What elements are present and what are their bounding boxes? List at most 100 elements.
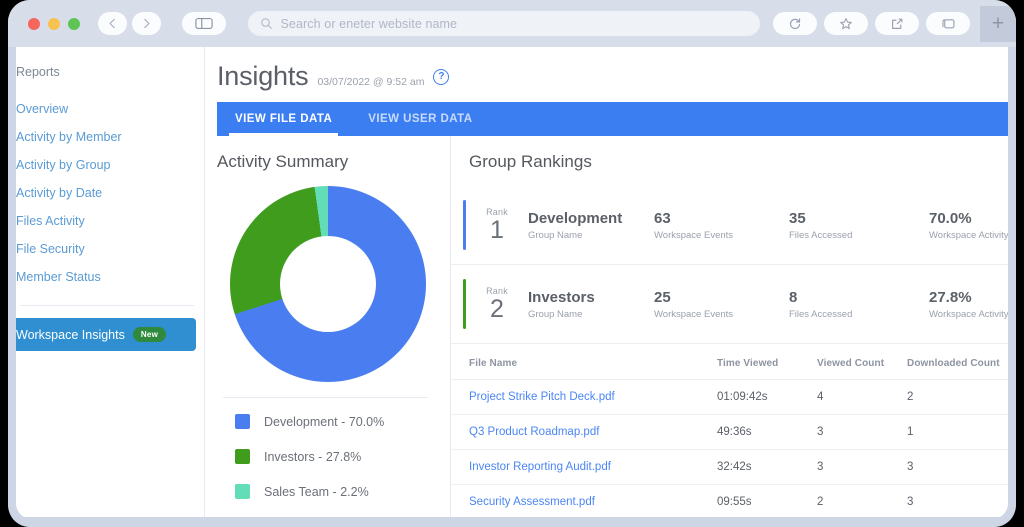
- activity-donut-chart: [230, 186, 426, 382]
- downloaded-count-value: 3: [907, 461, 1008, 473]
- workspace-activity-value: 70.0%: [929, 209, 1008, 229]
- bookmark-button[interactable]: [824, 12, 868, 35]
- reload-icon: [788, 17, 802, 31]
- window-bottom-edge: [8, 517, 1016, 527]
- sidebar-item-overview[interactable]: Overview: [16, 95, 204, 123]
- downloaded-count-value: 3: [907, 496, 1008, 508]
- donut-chart-container: [217, 186, 450, 382]
- files-accessed-value: 8: [789, 288, 929, 308]
- legend-item: Sales Team - 2.2%: [235, 484, 450, 499]
- search-input[interactable]: Search or eneter website name: [248, 11, 760, 36]
- tab-view-file-data[interactable]: VIEW FILE DATA: [217, 102, 350, 136]
- workspace-activity-cell: 70.0% Workspace Activity: [929, 209, 1008, 240]
- column-header-viewed-count: Viewed Count: [817, 358, 907, 369]
- sidebar-item-member-status[interactable]: Member Status: [16, 263, 204, 291]
- page-header: Insights 03/07/2022 @ 9:52 am ?: [205, 47, 1008, 92]
- time-viewed-value: 09:55s: [717, 496, 817, 508]
- address-bar-container: Search or eneter website name: [240, 11, 767, 36]
- sidebar-icon: [195, 17, 213, 30]
- group-name-cell: Development Group Name: [528, 209, 654, 240]
- files-accessed-cell: 35 Files Accessed: [789, 209, 929, 240]
- main-content: Insights 03/07/2022 @ 9:52 am ? VIEW FIL…: [205, 47, 1008, 519]
- group-name-caption: Group Name: [528, 230, 654, 241]
- tab-overview-icon: [941, 17, 956, 31]
- new-badge: New: [133, 327, 166, 342]
- sidebar-item-label: Workspace Insights: [16, 328, 125, 342]
- files-table: File Name Time Viewed Viewed Count Downl…: [451, 344, 1008, 519]
- new-tab-button[interactable]: +: [980, 6, 1016, 42]
- table-row[interactable]: Q3 Product Roadmap.pdf 49:36s 3 1: [451, 415, 1008, 450]
- legend-swatch-sales-team: [235, 484, 250, 499]
- reload-button[interactable]: [773, 12, 817, 35]
- workspace-activity-value: 27.8%: [929, 288, 1008, 308]
- viewed-count-value: 3: [817, 426, 907, 438]
- zoom-window-button[interactable]: [68, 18, 80, 30]
- workspace-events-cell: 63 Workspace Events: [654, 209, 789, 240]
- table-row[interactable]: Rank 1 Development Group Name 63 Workspa…: [451, 186, 1008, 265]
- rank-cell: Rank 2: [466, 286, 528, 322]
- group-name-caption: Group Name: [528, 309, 654, 320]
- sidebar-item-activity-by-member[interactable]: Activity by Member: [16, 123, 204, 151]
- table-row[interactable]: Rank 2 Investors Group Name 25 Workspace…: [451, 265, 1008, 344]
- file-name-link[interactable]: Investor Reporting Audit.pdf: [469, 461, 717, 473]
- time-viewed-value: 32:42s: [717, 461, 817, 473]
- workspace-activity-caption: Workspace Activity: [929, 230, 1008, 241]
- sidebar-toggle-button[interactable]: [182, 12, 226, 35]
- files-accessed-value: 35: [789, 209, 929, 229]
- legend-label-development: Development - 70.0%: [264, 415, 384, 429]
- downloaded-count-value: 2: [907, 391, 1008, 403]
- back-button[interactable]: [98, 12, 127, 35]
- close-window-button[interactable]: [28, 18, 40, 30]
- navigation-buttons: [98, 12, 226, 35]
- bookmark-star-icon: [839, 17, 853, 31]
- table-row[interactable]: Security Assessment.pdf 09:55s 2 3: [451, 485, 1008, 519]
- activity-summary-panel: Activity Summary Development - 70.0% Inv…: [205, 136, 451, 519]
- rank-number: 2: [466, 296, 528, 322]
- file-name-link[interactable]: Q3 Product Roadmap.pdf: [469, 426, 717, 438]
- legend-label-investors: Investors - 27.8%: [264, 450, 361, 464]
- viewed-count-value: 4: [817, 391, 907, 403]
- sidebar-item-activity-by-group[interactable]: Activity by Group: [16, 151, 204, 179]
- files-accessed-caption: Files Accessed: [789, 230, 929, 241]
- downloaded-count-value: 1: [907, 426, 1008, 438]
- group-rankings-panel: Group Rankings Rank 1 Development Group …: [451, 136, 1008, 519]
- sidebar-item-workspace-insights[interactable]: Workspace Insights New: [16, 318, 196, 351]
- page-timestamp: 03/07/2022 @ 9:52 am: [317, 76, 424, 88]
- group-rankings-title: Group Rankings: [469, 152, 1008, 172]
- forward-button[interactable]: [132, 12, 161, 35]
- share-button[interactable]: [875, 12, 919, 35]
- sidebar-divider: [20, 305, 194, 306]
- column-header-downloaded-count: Downloaded Count: [907, 358, 1008, 369]
- legend-swatch-investors: [235, 449, 250, 464]
- tab-overview-button[interactable]: [926, 12, 970, 35]
- sidebar-item-file-security[interactable]: File Security: [16, 235, 204, 263]
- chevron-left-icon: [106, 17, 119, 30]
- content-scrollbar[interactable]: [1002, 136, 1006, 519]
- sidebar-item-activity-by-date[interactable]: Activity by Date: [16, 179, 204, 207]
- legend-item: Investors - 27.8%: [235, 449, 450, 464]
- group-name-cell: Investors Group Name: [528, 288, 654, 319]
- column-header-file-name: File Name: [469, 358, 717, 369]
- file-name-link[interactable]: Security Assessment.pdf: [469, 496, 717, 508]
- group-name-value: Investors: [528, 288, 654, 308]
- minimize-window-button[interactable]: [48, 18, 60, 30]
- table-header-row: File Name Time Viewed Viewed Count Downl…: [451, 344, 1008, 380]
- viewed-count-value: 2: [817, 496, 907, 508]
- time-viewed-value: 01:09:42s: [717, 391, 817, 403]
- file-name-link[interactable]: Project Strike Pitch Deck.pdf: [469, 391, 717, 403]
- workspace-events-caption: Workspace Events: [654, 230, 789, 241]
- rank-cell: Rank 1: [466, 207, 528, 243]
- legend-item: Development - 70.0%: [235, 414, 450, 429]
- sidebar-item-files-activity[interactable]: Files Activity: [16, 207, 204, 235]
- group-name-value: Development: [528, 209, 654, 229]
- table-row[interactable]: Investor Reporting Audit.pdf 32:42s 3 3: [451, 450, 1008, 485]
- search-icon: [260, 17, 273, 30]
- time-viewed-value: 49:36s: [717, 426, 817, 438]
- sidebar-heading: Reports: [16, 65, 204, 79]
- help-icon[interactable]: ?: [433, 69, 449, 85]
- chart-legend: Development - 70.0% Investors - 27.8% Sa…: [217, 398, 450, 519]
- table-row[interactable]: Project Strike Pitch Deck.pdf 01:09:42s …: [451, 380, 1008, 415]
- toolbar-actions: [773, 12, 970, 35]
- chevron-right-icon: [140, 17, 153, 30]
- tab-view-user-data[interactable]: VIEW USER DATA: [350, 102, 490, 136]
